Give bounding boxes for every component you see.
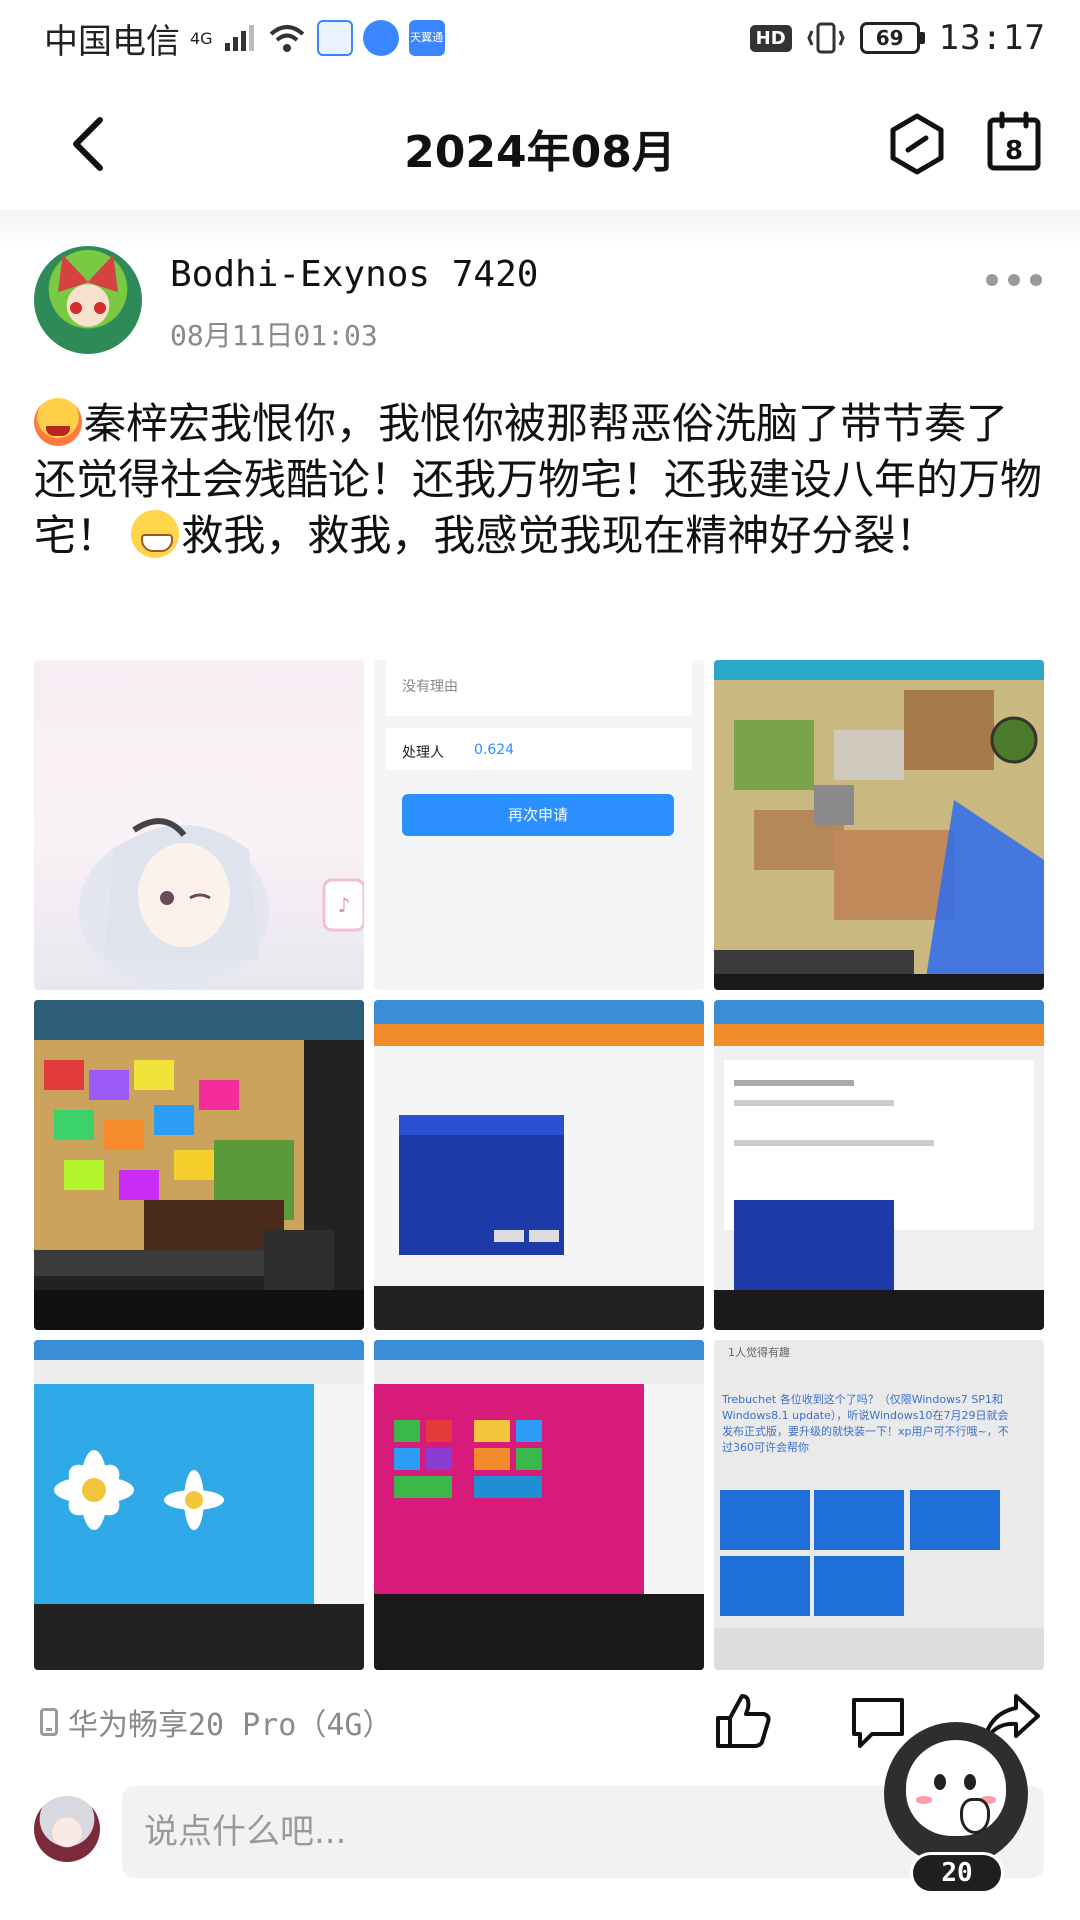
browser-notification-icon [362, 20, 399, 56]
mascot-count-badge: 20 [910, 1852, 1004, 1894]
device-name: 华为畅享20 Pro（4G） [68, 1708, 393, 1743]
post-image-7[interactable] [34, 1340, 364, 1670]
svg-text:♪: ♪ [338, 893, 351, 917]
grimace-emoji-icon [131, 510, 180, 558]
more-dots-icon[interactable] [986, 272, 1042, 288]
post-image-8[interactable] [374, 1340, 704, 1670]
post-image-4[interactable] [34, 1000, 364, 1330]
hexagon-icon[interactable] [888, 112, 946, 176]
top-bar: 2024年08月 8 [0, 76, 1080, 210]
post-image-2[interactable]: 没有理由 处理人 0.624 再次申请 [374, 660, 704, 990]
calendar-icon[interactable]: 8 [986, 110, 1042, 172]
carrier-label: 中国电信 [44, 21, 180, 62]
wifi-icon [269, 25, 304, 52]
post-text-part2: 救我，救我，我感觉我现在精神好分裂！ [181, 511, 938, 560]
battery-level: 69 [859, 22, 920, 54]
hd-badge: HD [749, 24, 792, 52]
device-info: 华为畅享20 Pro（4G） [40, 1700, 393, 1744]
post-image-6[interactable] [714, 1000, 1044, 1330]
image-grid: ♪ 没有理由 处理人 0.624 再次申请 1人觉得有趣 Trebuchet 各… [34, 660, 1044, 1670]
post-image-5[interactable] [374, 1000, 704, 1330]
image2-reason-text: 没有理由 [402, 679, 458, 695]
header-shadow [0, 210, 1080, 250]
network-label: 4G [190, 28, 213, 48]
image2-handler-value: 0.624 [474, 742, 515, 758]
calendar-day-label: 8 [1005, 136, 1023, 166]
clock: 13:17 [938, 18, 1046, 58]
vibrate-icon [807, 22, 845, 54]
post-image-9[interactable]: 1人觉得有趣 Trebuchet 各位收到这个了吗？（仅限Windows7 SP… [714, 1340, 1044, 1670]
image2-reapply-button: 再次申请 [402, 794, 674, 836]
status-bar: 中国电信 4G 天翼通 HD 69 13:17 [0, 0, 1080, 76]
battery-indicator: 69 [859, 22, 925, 54]
post-content: 秦梓宏我恨你，我恨你被那帮恶俗洗脑了带节奏了还觉得社会残酷论！还我万物宅！还我建… [34, 396, 1044, 564]
phone-icon [40, 1708, 58, 1736]
post-timestamp: 08月11日01:03 [170, 319, 378, 352]
author-avatar[interactable] [34, 246, 142, 354]
tianyitong-notification-icon: 天翼通 [408, 20, 445, 56]
image2-handler-label: 处理人 [402, 745, 444, 761]
my-avatar[interactable] [34, 1796, 100, 1862]
app-notification-icon [316, 20, 353, 56]
author-name[interactable]: Bodhi-Exynos 7420 [170, 254, 538, 295]
angry-emoji-icon [34, 398, 82, 446]
thumbs-up-icon[interactable] [712, 1690, 774, 1752]
mascot-floating-button[interactable] [884, 1722, 1028, 1866]
post-image-1[interactable]: ♪ [34, 660, 364, 990]
post-image-3[interactable] [714, 660, 1044, 990]
signal-icon [224, 25, 254, 51]
comment-icon[interactable] [848, 1694, 908, 1750]
